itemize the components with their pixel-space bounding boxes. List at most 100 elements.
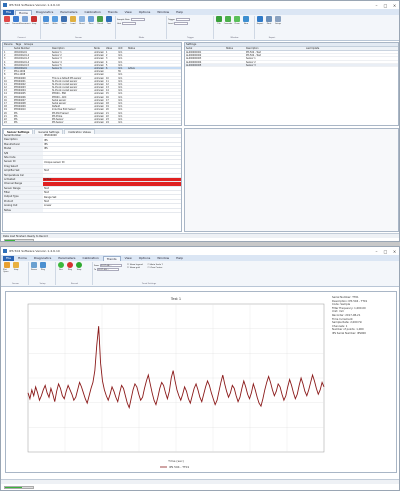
- menu-window[interactable]: Window: [154, 10, 172, 15]
- property-value[interactable]: Range Set: [43, 196, 181, 199]
- pause-button[interactable]: Pause: [30, 262, 38, 271]
- zero-center-checkbox[interactable]: ☐: [148, 267, 150, 269]
- menu-options[interactable]: Options: [136, 10, 154, 15]
- col-status[interactable]: Status: [127, 47, 141, 50]
- menu-file[interactable]: File: [3, 256, 15, 261]
- show-grid-checkbox[interactable]: ☐: [127, 267, 129, 269]
- table-cell: IPS504001: [14, 79, 26, 82]
- sample-rate-field[interactable]: [130, 18, 145, 21]
- menu-help[interactable]: Help: [173, 10, 186, 15]
- print-button[interactable]: Print: [265, 16, 273, 25]
- to-field[interactable]: 2017-08-...: [97, 268, 120, 271]
- table-cell: unknown: [94, 114, 104, 117]
- col-serial[interactable]: Serial Number: [13, 47, 51, 50]
- property-value[interactable]: Active: [43, 177, 181, 182]
- menu-calibration[interactable]: Calibration: [81, 10, 103, 15]
- property-value[interactable]: IPS: [43, 147, 181, 150]
- col-description[interactable]: Description: [51, 47, 93, 50]
- table-row[interactable]: 23 IPS IPS Sensor unknown 24 mm: [3, 121, 181, 125]
- menu-home[interactable]: Home: [15, 10, 32, 15]
- close-window-button[interactable]: Close: [233, 16, 241, 25]
- menu-parameters[interactable]: Parameters: [57, 10, 80, 15]
- disconnect-button[interactable]: Disconnect: [19, 16, 31, 25]
- export-button[interactable]: Export: [256, 16, 264, 25]
- menu-view[interactable]: View: [122, 10, 135, 15]
- menu-diagnostics[interactable]: Diagnostics: [31, 256, 54, 261]
- minimize-icon[interactable]: –: [372, 247, 381, 255]
- unit-label: Unit: [117, 22, 122, 25]
- menu-view[interactable]: View: [122, 256, 135, 261]
- stop-button[interactable]: Stop: [30, 16, 38, 25]
- table-row[interactable]: AL000000005 Sensor 3: [185, 63, 398, 67]
- menu-diagnostics[interactable]: Diagnostics: [33, 10, 56, 15]
- setup-button[interactable]: Setup: [274, 16, 282, 25]
- property-value[interactable]: IPS: [43, 139, 181, 142]
- new-window-button[interactable]: New: [242, 16, 250, 25]
- col-description[interactable]: Description: [245, 47, 305, 50]
- play-button[interactable]: Play: [39, 262, 47, 271]
- tile-button[interactable]: Tile: [215, 16, 223, 25]
- table-cell: unknown: [94, 76, 104, 79]
- maximize-icon[interactable]: □: [381, 1, 390, 9]
- stop-plot-button[interactable]: Stop: [12, 262, 20, 271]
- property-value[interactable]: Unique sensor ID: [43, 161, 181, 164]
- col-value[interactable]: Value: [105, 47, 117, 50]
- load-button[interactable]: Load: [69, 16, 77, 25]
- unit-field[interactable]: [122, 22, 137, 25]
- menu-options[interactable]: Options: [136, 256, 154, 261]
- property-value[interactable]: Text: [43, 191, 181, 194]
- test-button[interactable]: Test: [105, 16, 113, 25]
- zero-button[interactable]: Zero: [87, 16, 95, 25]
- menu-help[interactable]: Help: [173, 256, 186, 261]
- maximize-icon[interactable]: □: [381, 247, 390, 255]
- tab-groups[interactable]: Groups: [24, 43, 33, 46]
- menu-parameters[interactable]: Parameters: [55, 256, 78, 261]
- level-field[interactable]: [174, 22, 189, 25]
- save-button[interactable]: Save: [60, 16, 68, 25]
- property-value[interactable]: IPS504000: [43, 134, 181, 137]
- plot-open-button[interactable]: Plot Open: [3, 262, 11, 273]
- export-icon: [257, 16, 263, 22]
- trigger-field[interactable]: [175, 18, 190, 21]
- property-value[interactable]: Text: [43, 200, 181, 203]
- property-value[interactable]: Linear: [43, 204, 181, 207]
- read-button[interactable]: Read: [42, 16, 50, 25]
- property-row[interactable]: Notes: [3, 208, 181, 214]
- cascade-button[interactable]: Cascade: [224, 16, 232, 25]
- close-icon[interactable]: ×: [390, 247, 399, 255]
- menu-home[interactable]: Home: [15, 256, 30, 261]
- tab-device[interactable]: Device: [4, 43, 13, 46]
- stop-record-button[interactable]: Stop: [75, 262, 83, 271]
- menu-window[interactable]: Window: [154, 256, 172, 261]
- write-button[interactable]: Write: [51, 16, 59, 25]
- minimize-icon[interactable]: –: [372, 1, 381, 9]
- auto-scale-checkbox[interactable]: ☐: [148, 264, 150, 266]
- menu-trends[interactable]: Trends: [102, 256, 121, 261]
- check-button[interactable]: Check: [96, 16, 104, 25]
- col-serial[interactable]: Serial: [185, 47, 225, 50]
- col-status[interactable]: Status: [225, 47, 245, 50]
- col-index[interactable]: [3, 47, 13, 50]
- menu-file[interactable]: File: [3, 10, 15, 15]
- record-button[interactable]: Rec: [57, 262, 65, 271]
- info-line: IPS Serial Number: IPS000: [332, 331, 366, 335]
- from-field[interactable]: 2017-08-...: [99, 264, 122, 267]
- table-cell: [127, 105, 141, 107]
- tab-tags[interactable]: Tags: [16, 43, 22, 46]
- property-value[interactable]: Text: [43, 169, 181, 172]
- show-legend-checkbox[interactable]: ☐: [127, 264, 129, 266]
- menu-trends[interactable]: Trends: [105, 10, 121, 15]
- play-record-button[interactable]: Play: [66, 262, 74, 271]
- table-cell: [127, 108, 141, 110]
- reset-button[interactable]: Reset: [78, 16, 86, 25]
- property-value[interactable]: IPS: [43, 143, 181, 146]
- property-value[interactable]: Text: [43, 187, 181, 190]
- table-cell: Sensor 4: [52, 60, 62, 63]
- menu-calibration[interactable]: Calibration: [79, 256, 101, 261]
- col-unit[interactable]: Unit: [117, 47, 127, 50]
- scan-button[interactable]: Scan: [3, 16, 11, 25]
- close-icon[interactable]: ×: [390, 1, 399, 9]
- col-node[interactable]: Node: [93, 47, 105, 50]
- property-value[interactable]: [43, 182, 181, 186]
- col-last-update[interactable]: Last Update: [305, 47, 345, 50]
